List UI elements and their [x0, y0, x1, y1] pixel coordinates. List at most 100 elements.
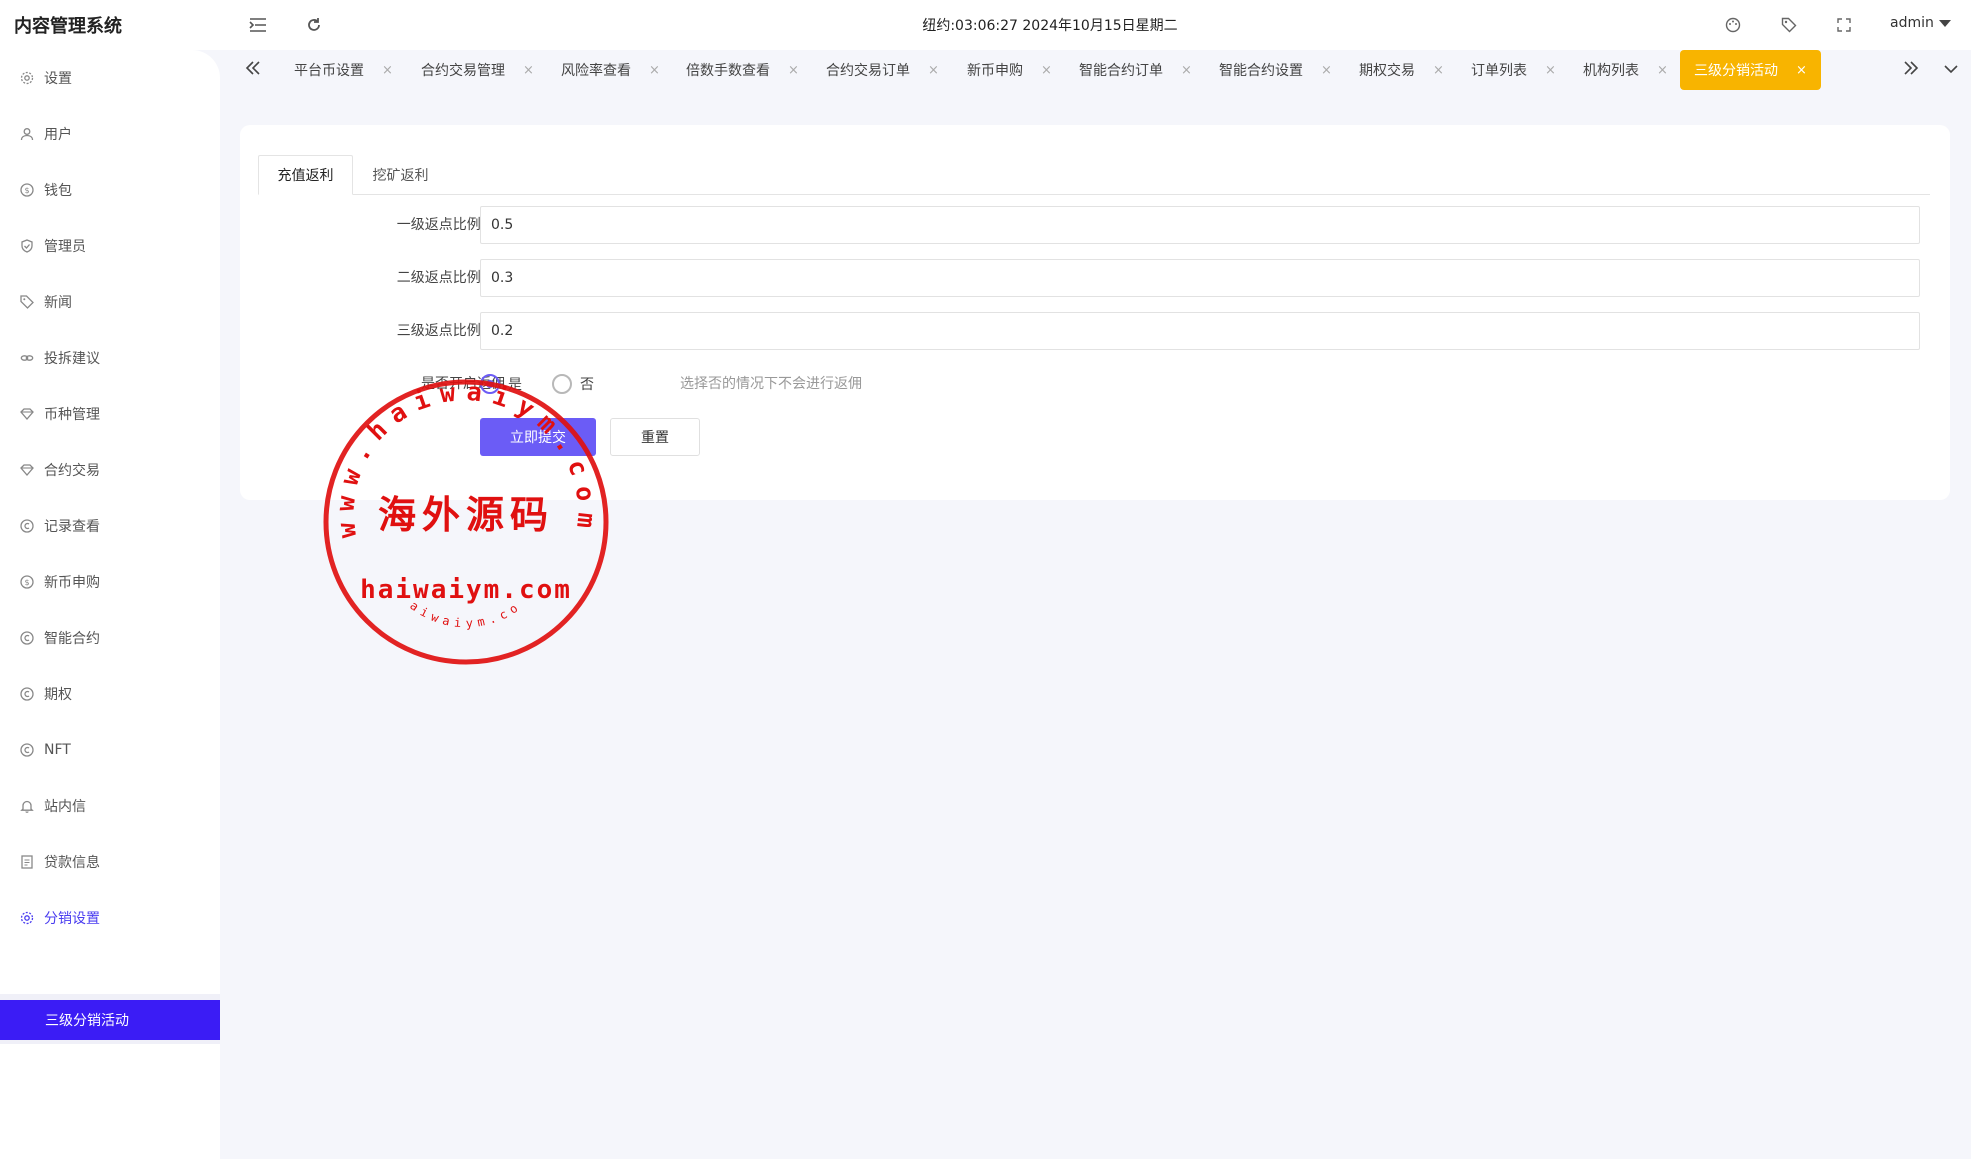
- close-icon[interactable]: ×: [523, 63, 534, 78]
- sidebar-item-options[interactable]: 期权: [0, 678, 220, 710]
- tab-label: 风险率查看: [561, 63, 631, 79]
- close-icon[interactable]: ×: [928, 63, 939, 78]
- level1-rate-input[interactable]: [480, 206, 1920, 244]
- level2-rate-input[interactable]: [480, 259, 1920, 297]
- sidebar-item-news[interactable]: 新闻: [0, 286, 220, 318]
- tab-label: 合约交易订单: [826, 63, 910, 79]
- sidebar-item-ipo[interactable]: $ 新币申购: [0, 566, 220, 598]
- top-bar: 内容管理系统 纽约:03:06:27 2024年10月15日星期二 admin: [0, 0, 1971, 50]
- tabs-scroll-right-icon[interactable]: [1902, 58, 1920, 82]
- sidebar-item-label: 管理员: [44, 239, 86, 255]
- tab-label: 智能合约订单: [1079, 63, 1163, 79]
- sidebar-item-wallet[interactable]: $ 钱包: [0, 174, 220, 206]
- close-icon[interactable]: ×: [1545, 63, 1556, 78]
- sidebar-item-label: 智能合约: [44, 631, 100, 647]
- menu-fold-icon[interactable]: [246, 13, 270, 37]
- submit-button[interactable]: 立即提交: [480, 418, 596, 456]
- subtab-mining-rebate[interactable]: 挖矿返利: [353, 155, 448, 195]
- form-row-level1: 一级返点比例(%): [240, 206, 1950, 244]
- level1-label: 一级返点比例(%): [396, 217, 505, 233]
- rebate-hint: 选择否的情况下不会进行返佣: [680, 376, 862, 392]
- user-menu[interactable]: admin: [1890, 15, 1951, 31]
- close-icon[interactable]: ×: [1433, 63, 1444, 78]
- watermark-domain-text: haiwaiym.com: [360, 575, 572, 605]
- sidebar-item-records[interactable]: 记录查看: [0, 510, 220, 542]
- sidebar-item-label: 新币申购: [44, 575, 100, 591]
- subtab-recharge-rebate[interactable]: 充值返利: [258, 155, 353, 195]
- username: admin: [1890, 15, 1934, 31]
- sidebar-item-label: 用户: [44, 127, 72, 143]
- close-icon[interactable]: ×: [649, 63, 660, 78]
- sidebar-item-loans[interactable]: 贷款信息: [0, 846, 220, 878]
- diamond-icon: [20, 463, 34, 477]
- radio-yes-label: 是: [508, 377, 522, 393]
- sidebar-item-currency[interactable]: 币种管理: [0, 398, 220, 430]
- tab-options-trading[interactable]: 期权交易 ×: [1359, 50, 1444, 90]
- refresh-icon[interactable]: [302, 13, 326, 37]
- reset-button[interactable]: 重置: [610, 418, 700, 456]
- chevron-down-icon: [1938, 19, 1951, 27]
- close-icon[interactable]: ×: [1321, 63, 1332, 78]
- close-icon[interactable]: ×: [1041, 63, 1052, 78]
- sidebar-item-messages[interactable]: 站内信: [0, 790, 220, 822]
- document-icon: [20, 855, 34, 869]
- tab-ipo[interactable]: 新币申购 ×: [967, 50, 1052, 90]
- form-row-rebate-toggle: 是否开启返佣 是 否 选择否的情况下不会进行返佣: [240, 365, 1950, 403]
- level3-rate-input[interactable]: [480, 312, 1920, 350]
- sidebar-item-distribution[interactable]: 分销设置: [0, 902, 220, 934]
- radio-yes[interactable]: 是: [480, 374, 522, 394]
- theme-icon[interactable]: [1721, 13, 1745, 37]
- close-icon[interactable]: ×: [1657, 63, 1668, 78]
- circle-c-icon: [20, 519, 34, 533]
- tab-label: 机构列表: [1583, 63, 1639, 79]
- tab-label: 三级分销活动: [1694, 63, 1778, 79]
- settings-card: 充值返利 挖矿返利 一级返点比例(%) 二级返点比例(%) 三级返点比例(%) …: [240, 125, 1950, 500]
- fullscreen-icon[interactable]: [1832, 13, 1856, 37]
- radio-checked-icon: [480, 374, 500, 394]
- sidebar-item-feedback[interactable]: 投拆建议: [0, 342, 220, 374]
- tabs-dropdown-icon[interactable]: [1943, 58, 1959, 82]
- circle-c-icon: [20, 631, 34, 645]
- sidebar-item-label: 投拆建议: [44, 351, 100, 367]
- radio-no-label: 否: [580, 377, 594, 393]
- tab-platform-coin[interactable]: 平台币设置 ×: [294, 50, 393, 90]
- tab-contract-orders[interactable]: 合约交易订单 ×: [826, 50, 939, 90]
- sidebar-item-contract[interactable]: 合约交易: [0, 454, 220, 486]
- sidebar-item-label: 合约交易: [44, 463, 100, 479]
- tab-smart-contract-settings[interactable]: 智能合约设置 ×: [1219, 50, 1332, 90]
- tag-icon[interactable]: [1777, 13, 1801, 37]
- sidebar-subitem-three-level-distribution[interactable]: 三级分销活动: [0, 1000, 220, 1040]
- sidebar-item-smart-contract[interactable]: 智能合约: [0, 622, 220, 654]
- sidebar-item-label: 期权: [44, 687, 72, 703]
- radio-no[interactable]: 否: [552, 374, 594, 394]
- close-icon[interactable]: ×: [1796, 63, 1807, 78]
- tab-label: 期权交易: [1359, 63, 1415, 79]
- tab-label: 订单列表: [1471, 63, 1527, 79]
- tab-contract-management[interactable]: 合约交易管理 ×: [421, 50, 534, 90]
- sidebar-item-users[interactable]: 用户: [0, 118, 220, 150]
- tab-label: 倍数手数查看: [686, 63, 770, 79]
- sidebar-item-nft[interactable]: NFT: [0, 734, 220, 766]
- close-icon[interactable]: ×: [788, 63, 799, 78]
- tab-risk-rate[interactable]: 风险率查看 ×: [561, 50, 660, 90]
- tab-leverage[interactable]: 倍数手数查看 ×: [686, 50, 799, 90]
- form-row-level2: 二级返点比例(%): [240, 259, 1950, 297]
- diamond-icon: [20, 407, 34, 421]
- radio-unchecked-icon: [552, 374, 572, 394]
- level2-label: 二级返点比例(%): [396, 270, 505, 286]
- tab-label: 新币申购: [967, 63, 1023, 79]
- close-icon[interactable]: ×: [382, 63, 393, 78]
- sidebar-item-admins[interactable]: 管理员: [0, 230, 220, 262]
- tab-label: 平台币设置: [294, 63, 364, 79]
- tab-institution-list[interactable]: 机构列表 ×: [1583, 50, 1668, 90]
- sidebar-item-label: 站内信: [44, 799, 86, 815]
- rebate-toggle-label: 是否开启返佣: [421, 376, 505, 392]
- sidebar-item-label: NFT: [44, 742, 71, 758]
- link-icon: [20, 351, 34, 365]
- tab-three-level-distribution[interactable]: 三级分销活动 ×: [1680, 50, 1821, 90]
- tab-order-list[interactable]: 订单列表 ×: [1471, 50, 1556, 90]
- sidebar-item-settings[interactable]: 设置: [0, 62, 220, 94]
- close-icon[interactable]: ×: [1181, 63, 1192, 78]
- datetime-display: 纽约:03:06:27 2024年10月15日星期二: [922, 18, 1178, 34]
- tab-smart-contract-orders[interactable]: 智能合约订单 ×: [1079, 50, 1192, 90]
